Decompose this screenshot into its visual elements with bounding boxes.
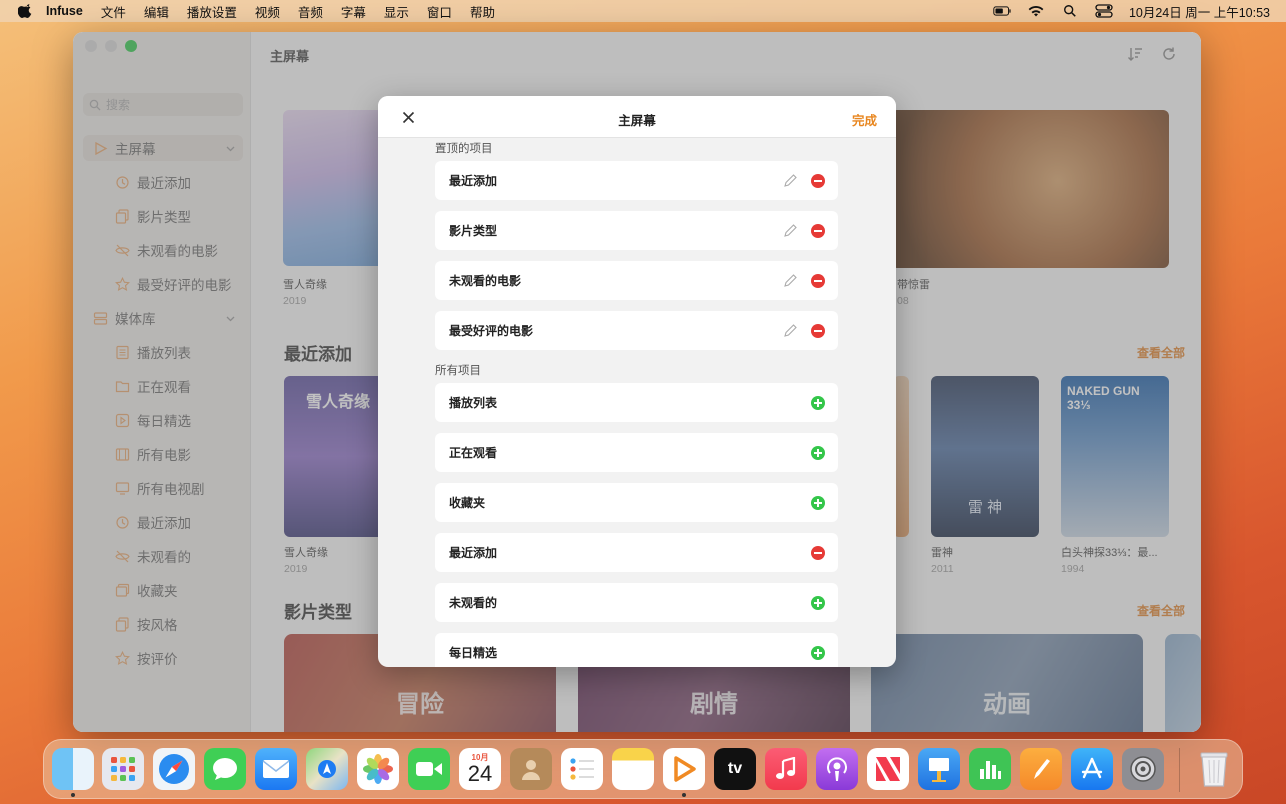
add-button[interactable] (811, 646, 825, 660)
sheet-title: 主屏幕 (618, 114, 656, 128)
menu-view[interactable]: 显示 (384, 2, 409, 21)
pinned-row[interactable]: 未观看的电影 (435, 261, 838, 300)
dock-music-icon[interactable] (765, 748, 807, 790)
dock-pages-icon[interactable] (1020, 748, 1062, 790)
dock-safari-icon[interactable] (153, 748, 195, 790)
menu-bar: Infuse 文件 编辑 播放设置 视频 音频 字幕 显示 窗口 帮助 10月2… (0, 0, 1286, 22)
all-items-row[interactable]: 每日精选 (435, 633, 838, 667)
row-label: 最近添加 (449, 546, 498, 560)
battery-icon[interactable] (993, 4, 1011, 18)
dock: 10月 24 tv (43, 739, 1243, 799)
remove-button[interactable] (811, 324, 825, 338)
row-label: 最受好评的电影 (449, 324, 534, 338)
remove-button[interactable] (811, 224, 825, 238)
pinned-section-header: 置顶的项目 (435, 143, 493, 155)
running-indicator (682, 793, 686, 797)
running-indicator (71, 793, 75, 797)
control-center-icon[interactable] (1095, 4, 1113, 18)
dock-news-icon[interactable] (867, 748, 909, 790)
wifi-icon[interactable] (1027, 4, 1045, 18)
dock-trash-icon[interactable] (1193, 748, 1235, 790)
menu-playback[interactable]: 播放设置 (187, 2, 237, 21)
row-label: 播放列表 (449, 396, 498, 410)
menu-app-name[interactable]: Infuse (46, 4, 83, 18)
remove-button[interactable] (811, 546, 825, 560)
menu-window[interactable]: 窗口 (427, 2, 452, 21)
row-label: 未观看的 (449, 596, 498, 610)
tv-label: tv (727, 760, 743, 777)
all-items-row[interactable]: 最近添加 (435, 533, 838, 572)
dock-tv-icon[interactable]: tv (714, 748, 756, 790)
dock-messages-icon[interactable] (204, 748, 246, 790)
dock-keynote-icon[interactable] (918, 748, 960, 790)
dock-reminders-icon[interactable] (561, 748, 603, 790)
row-label: 每日精选 (449, 646, 498, 660)
menu-clock[interactable]: 10月24日 周一 上午10:53 (1129, 2, 1270, 21)
row-label: 影片类型 (449, 224, 498, 238)
all-items-row[interactable]: 未观看的 (435, 583, 838, 622)
remove-button[interactable] (811, 174, 825, 188)
add-button[interactable] (811, 596, 825, 610)
spotlight-search-icon[interactable] (1061, 4, 1079, 18)
dock-notes-icon[interactable] (612, 748, 654, 790)
dock-photos-icon[interactable] (357, 748, 399, 790)
dock-podcasts-icon[interactable] (816, 748, 858, 790)
row-label: 收藏夹 (449, 496, 486, 510)
dock-numbers-icon[interactable] (969, 748, 1011, 790)
pencil-icon[interactable] (783, 273, 798, 288)
menu-file[interactable]: 文件 (101, 2, 126, 21)
dock-app-store-icon[interactable] (1071, 748, 1113, 790)
dock-maps-icon[interactable] (306, 748, 348, 790)
dock-finder-icon[interactable] (52, 748, 94, 790)
menu-subtitles[interactable]: 字幕 (341, 2, 366, 21)
dock-facetime-icon[interactable] (408, 748, 450, 790)
calendar-day: 24 (467, 760, 493, 786)
apple-logo-icon[interactable] (18, 4, 32, 18)
pinned-row[interactable]: 影片类型 (435, 211, 838, 250)
remove-button[interactable] (811, 274, 825, 288)
row-label: 最近添加 (449, 174, 498, 188)
sheet-header: 主屏幕 完成 (378, 96, 896, 138)
menu-help[interactable]: 帮助 (470, 2, 495, 21)
dock-contacts-icon[interactable] (510, 748, 552, 790)
dock-mail-icon[interactable] (255, 748, 297, 790)
home-screen-editor-sheet: 主屏幕 完成 置顶的项目 最近添加 影片类型 未观看的电影 最受好评的电影 所有… (378, 96, 896, 667)
menu-edit[interactable]: 编辑 (144, 2, 169, 21)
dock-infuse-icon[interactable] (663, 748, 705, 790)
pinned-row[interactable]: 最近添加 (435, 161, 838, 200)
add-button[interactable] (811, 446, 825, 460)
dock-separator (1179, 748, 1180, 792)
row-label: 未观看的电影 (449, 274, 522, 288)
done-button[interactable]: 完成 (852, 110, 877, 129)
add-button[interactable] (811, 496, 825, 510)
all-items-section-header: 所有项目 (435, 365, 481, 377)
all-items-row[interactable]: 播放列表 (435, 383, 838, 422)
all-items-row[interactable]: 收藏夹 (435, 483, 838, 522)
menu-video[interactable]: 视频 (255, 2, 280, 21)
pencil-icon[interactable] (783, 223, 798, 238)
dock-calendar-icon[interactable]: 10月 24 (459, 748, 501, 790)
pencil-icon[interactable] (783, 173, 798, 188)
pinned-row[interactable]: 最受好评的电影 (435, 311, 838, 350)
dock-launchpad-icon[interactable] (102, 748, 144, 790)
dock-system-settings-icon[interactable] (1122, 748, 1164, 790)
add-button[interactable] (811, 396, 825, 410)
menu-audio[interactable]: 音频 (298, 2, 323, 21)
all-items-row[interactable]: 正在观看 (435, 433, 838, 472)
pencil-icon[interactable] (783, 323, 798, 338)
row-label: 正在观看 (449, 446, 498, 460)
